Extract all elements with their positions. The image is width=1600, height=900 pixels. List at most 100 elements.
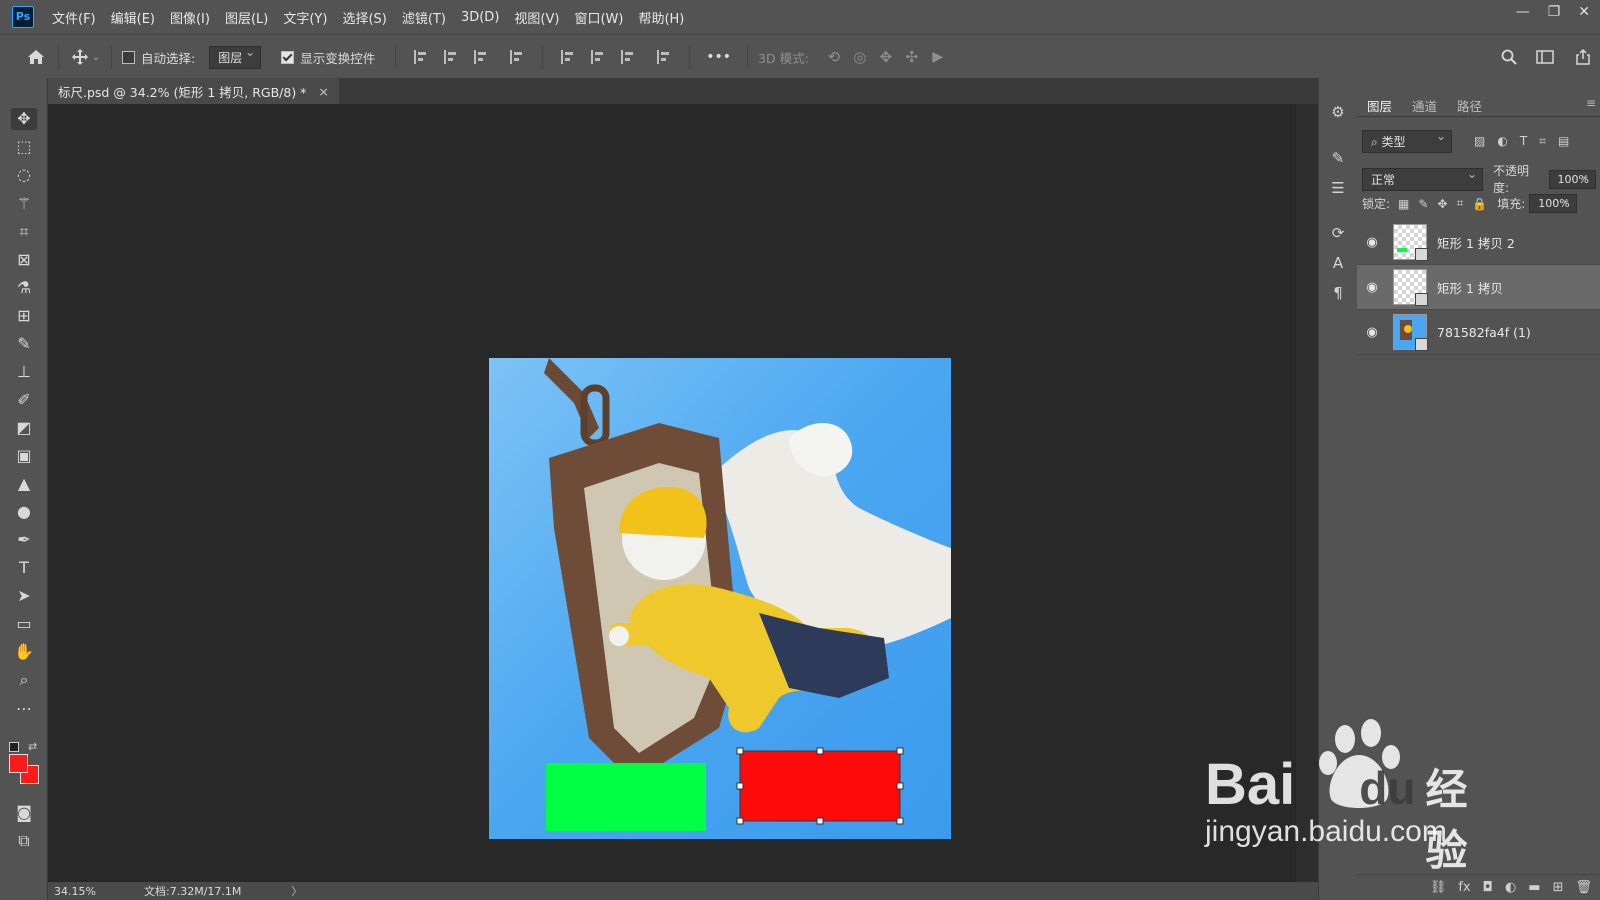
home-icon[interactable] [24,49,48,65]
layer-row[interactable]: ◉ 781582fa4f (1) [1357,310,1600,355]
pen-tool-icon[interactable]: ✒ [11,529,37,551]
new-adjustment-layer-icon[interactable]: ◐ [1505,880,1516,895]
filter-pixel-icon[interactable]: ▨ [1474,134,1485,148]
menu-filter[interactable]: 滤镜(T) [402,8,446,27]
delete-layer-icon[interactable]: 🗑 [1575,880,1592,895]
menu-type[interactable]: 文字(Y) [283,8,327,27]
maximize-icon[interactable]: ❐ [1548,4,1561,20]
canvas-area[interactable] [48,104,1295,882]
blend-mode-dropdown[interactable]: 正常 [1362,167,1484,191]
adjustments-panel-icon[interactable]: ☰ [1328,178,1348,198]
stamp-tool-icon[interactable]: ⊥ [11,361,37,383]
share-icon[interactable] [1574,49,1592,65]
paragraph-panel-icon[interactable]: ¶ [1328,283,1348,303]
visibility-eye-icon[interactable]: ◉ [1357,235,1387,250]
rectangle-tool-icon[interactable]: ▭ [11,613,37,635]
document-tab[interactable]: 标尺.psd @ 34.2% (矩形 1 拷贝, RGB/8) * × [48,78,339,104]
magic-wand-tool-icon[interactable]: ⚚ [11,193,37,215]
search-icon[interactable] [1498,49,1520,65]
fill-input[interactable]: 100% [1529,193,1577,213]
filter-type-icon[interactable]: T [1520,134,1527,148]
auto-select-dropdown[interactable]: 图层 [209,45,262,69]
close-tab-icon[interactable]: × [318,84,328,99]
foreground-color-swatch[interactable] [9,754,28,773]
show-transform-checkbox[interactable] [281,50,295,64]
close-window-icon[interactable]: ✕ [1578,4,1590,20]
visibility-eye-icon[interactable]: ◉ [1357,280,1387,295]
menu-3d[interactable]: 3D(D) [461,10,499,25]
screen-mode-icon[interactable]: ⧉ [11,830,37,852]
swap-colors-icon[interactable]: ⇄ [28,740,37,753]
align-right-icon[interactable] [474,50,488,64]
edit-toolbar-icon[interactable]: ⋯ [11,698,37,720]
path-selection-tool-icon[interactable]: ➤ [11,585,37,607]
lock-all-icon[interactable]: 🔒 [1472,197,1487,211]
align-top-icon[interactable] [561,50,575,64]
minimize-icon[interactable]: — [1516,4,1530,20]
menu-file[interactable]: 文件(F) [52,8,96,27]
type-tool-icon[interactable]: T [11,557,37,579]
move-tool-preset-icon[interactable] [69,48,91,66]
brush-settings-icon[interactable]: ✎ [1328,148,1348,168]
menu-help[interactable]: 帮助(H) [638,8,684,27]
zoom-level[interactable]: 34.15% [54,885,114,898]
menu-view[interactable]: 视图(V) [514,8,559,27]
filter-smart-object-icon[interactable]: ▤ [1558,134,1569,148]
3d-pan-icon[interactable]: ✥ [873,48,899,66]
lock-pixels-icon[interactable]: ✎ [1418,197,1428,211]
filter-adjustment-icon[interactable]: ◐ [1497,134,1507,148]
hand-tool-icon[interactable]: ✋ [11,641,37,663]
workspace-icon[interactable] [1534,50,1556,64]
menu-window[interactable]: 窗口(W) [574,8,623,27]
transform-handles[interactable] [735,746,905,826]
healing-brush-tool-icon[interactable]: ⊞ [11,305,37,327]
layer-style-icon[interactable]: fx [1458,880,1470,895]
distribute-v-icon[interactable] [657,50,671,64]
3d-roll-icon[interactable]: ◎ [847,48,873,66]
menu-edit[interactable]: 编辑(E) [111,8,155,27]
chevron-down-icon[interactable]: ⌄ [91,52,101,63]
visibility-eye-icon[interactable]: ◉ [1357,325,1387,340]
dodge-tool-icon[interactable]: ● [11,501,37,523]
frame-tool-icon[interactable]: ⊠ [11,249,37,271]
3d-slide-icon[interactable]: ✣ [899,48,925,66]
align-center-h-icon[interactable] [444,50,458,64]
eraser-tool-icon[interactable]: ◩ [11,417,37,439]
gradient-tool-icon[interactable]: ▣ [11,445,37,467]
layer-kind-filter[interactable]: ⌕ 类型 [1362,129,1452,153]
learn-panel-icon[interactable]: ⚙ [1328,102,1348,122]
history-panel-icon[interactable]: ⟳ [1328,223,1348,243]
align-left-icon[interactable] [414,50,428,64]
document-canvas[interactable] [489,358,951,839]
lasso-tool-icon[interactable]: ◌ [11,164,37,186]
align-bottom-icon[interactable] [621,50,635,64]
tab-layers[interactable]: 图层 [1357,92,1403,116]
tab-paths[interactable]: 路径 [1447,92,1492,116]
marquee-tool-icon[interactable]: ⬚ [11,136,37,158]
3d-orbit-icon[interactable]: ⟲ [821,48,847,66]
menu-image[interactable]: 图像(I) [170,8,210,27]
menu-layer[interactable]: 图层(L) [225,8,268,27]
add-mask-icon[interactable]: ◘ [1483,880,1493,895]
filter-shape-icon[interactable]: ⌗ [1539,134,1546,149]
crop-tool-icon[interactable]: ⌗ [11,221,37,243]
quick-mask-icon[interactable]: ◙ [11,802,37,824]
layer-row-selected[interactable]: ◉ 矩形 1 拷贝 [1357,265,1600,310]
blur-tool-icon[interactable]: ▲ [11,473,37,495]
brush-tool-icon[interactable]: ✎ [11,333,37,355]
new-layer-icon[interactable]: ⊞ [1553,880,1564,895]
status-menu-arrow[interactable]: 〉 [291,883,302,899]
link-layers-icon[interactable]: ⛓ [1430,880,1447,895]
distribute-h-icon[interactable] [510,50,524,64]
more-options-icon[interactable]: ••• [706,49,731,65]
menu-select[interactable]: 选择(S) [342,8,386,27]
auto-select-checkbox[interactable] [122,50,135,64]
lock-artboard-icon[interactable]: ⌗ [1457,196,1464,211]
align-middle-v-icon[interactable] [591,50,605,64]
new-group-icon[interactable]: ▬ [1528,880,1540,895]
lock-position-icon[interactable]: ✥ [1437,197,1447,211]
default-colors-icon[interactable] [9,742,19,752]
layer-row[interactable]: ◉ 矩形 1 拷贝 2 [1357,220,1600,265]
zoom-tool-icon[interactable]: ⌕ [11,669,37,691]
move-tool-icon[interactable]: ✥ [11,108,37,130]
